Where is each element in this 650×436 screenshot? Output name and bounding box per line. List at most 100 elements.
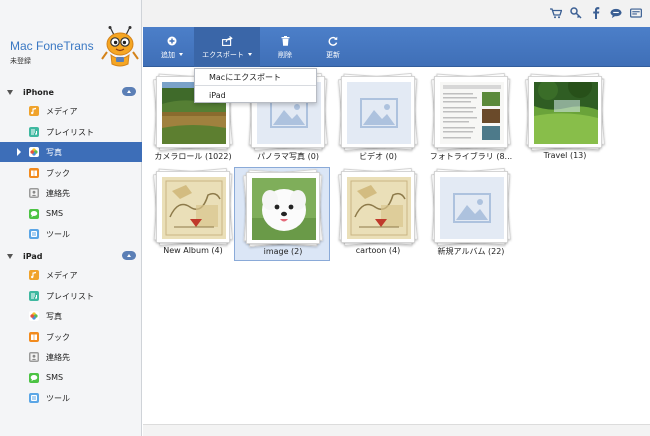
disclosure-triangle-icon[interactable] [7, 253, 13, 259]
stack-paper [528, 76, 602, 148]
photos-icon [29, 311, 39, 321]
feedback-icon[interactable] [630, 7, 642, 19]
delete-button[interactable]: 削除 [271, 27, 299, 67]
image-placeholder-icon [347, 82, 411, 144]
album-label: New Album (4) [163, 246, 223, 255]
album-thumbnail[interactable] [243, 168, 323, 248]
key-icon[interactable] [570, 7, 582, 19]
sidebar: Mac FoneTrans 未登録 iPhone メディア プレイリスト 写真 ブック… [0, 0, 142, 436]
sidebar-item-label: メディア [46, 271, 78, 280]
album-thumbnail[interactable] [153, 167, 233, 247]
playlist-icon [29, 290, 39, 301]
mascot-logo-icon [101, 26, 139, 67]
sidebar-item-label: SMS [46, 372, 64, 382]
cart-icon[interactable] [550, 7, 562, 19]
chevron-down-icon[interactable] [179, 53, 183, 56]
album-tile-8[interactable]: 新規アルバム (22) [423, 167, 519, 261]
eject-icon[interactable] [122, 251, 136, 260]
album-label: cartoon (4) [355, 246, 401, 255]
sidebar-item-label: 写真 [46, 312, 62, 321]
add-button[interactable]: 追加 [151, 27, 193, 67]
app-name: Mac FoneTrans [10, 39, 94, 53]
album-label: image (2) [263, 247, 303, 256]
chat-icon[interactable] [610, 7, 622, 19]
menu-item-export-to-mac[interactable]: Macにエクスポート [195, 69, 316, 85]
media-icon [29, 270, 39, 280]
sidebar-item-iphone-6[interactable]: ツール [0, 224, 142, 244]
menu-divider [195, 85, 316, 86]
sidebar-item-iphone-3[interactable]: ブック [0, 163, 142, 183]
sidebar-item-ipad-4[interactable]: 連絡先 [0, 347, 142, 367]
sidebar-item-label: SMS [46, 208, 64, 218]
device-name: iPhone [23, 87, 54, 97]
photo-thumbnail [440, 82, 504, 144]
disclosure-triangle-icon[interactable] [7, 89, 13, 95]
sidebar-item-iphone-5[interactable]: SMS [0, 204, 142, 224]
export-label: エクスポート [202, 50, 244, 59]
album-tile-7[interactable]: cartoon (4) [330, 167, 426, 261]
sidebar-item-label: ブック [46, 168, 70, 178]
facebook-icon[interactable] [590, 7, 602, 19]
sidebar-item-label: 写真 [46, 148, 62, 157]
image-placeholder-icon [440, 177, 504, 239]
horizontal-scrollbar[interactable] [143, 424, 650, 436]
export-dropdown-menu: Macにエクスポート iPad [194, 68, 317, 103]
sidebar-item-iphone-1[interactable]: プレイリスト [0, 122, 142, 142]
device-header-ipad[interactable]: iPad [0, 248, 142, 264]
book-icon [29, 167, 39, 178]
sidebar-item-ipad-6[interactable]: ツール [0, 388, 142, 408]
sidebar-item-ipad-2[interactable]: 写真 [0, 306, 142, 326]
album-thumbnail[interactable] [338, 72, 418, 152]
add-label: 追加 [161, 50, 175, 59]
album-tile-5[interactable]: New Album (4) [145, 167, 241, 261]
trash-icon [281, 35, 290, 47]
album-tile-2[interactable]: ビデオ (0) [330, 72, 426, 166]
device-header-iphone[interactable]: iPhone [0, 84, 142, 100]
sidebar-item-label: ツール [46, 230, 70, 239]
refresh-button[interactable]: 更新 [318, 27, 348, 67]
sidebar-item-iphone-0[interactable]: メディア [0, 101, 142, 121]
export-button[interactable]: エクスポート [194, 27, 260, 67]
sidebar-item-ipad-1[interactable]: プレイリスト [0, 286, 142, 306]
refresh-label: 更新 [326, 50, 340, 59]
album-label: 新規アルバム (22) [437, 247, 505, 256]
sidebar-item-label: 連絡先 [46, 189, 70, 198]
delete-label: 削除 [278, 50, 292, 59]
sidebar-item-iphone-2[interactable]: 写真 [0, 142, 142, 162]
album-thumbnail[interactable] [431, 72, 511, 152]
refresh-icon [328, 35, 338, 47]
sms-icon [29, 372, 39, 383]
registration-status: 未登録 [10, 57, 31, 65]
sidebar-item-label: メディア [46, 107, 78, 116]
tools-icon [29, 393, 39, 403]
album-label: フォトライブラリ (8... [429, 152, 513, 161]
album-thumbnail[interactable] [431, 167, 511, 247]
menu-item-export-to-ipad[interactable]: iPad [195, 87, 316, 103]
album-tile-4[interactable]: Travel (13) [517, 72, 613, 166]
sidebar-item-label: ツール [46, 394, 70, 403]
sidebar-item-iphone-4[interactable]: 連絡先 [0, 183, 142, 203]
stack-paper [156, 171, 230, 243]
photo-thumbnail [534, 82, 598, 144]
album-label: パノラマ写真 (0) [257, 152, 319, 161]
album-thumbnail[interactable] [525, 72, 605, 152]
top-right-icons [550, 6, 642, 20]
sidebar-item-ipad-3[interactable]: ブック [0, 327, 142, 347]
album-tile-3[interactable]: フォトライブラリ (8... [423, 72, 519, 166]
photo-thumbnail [162, 177, 226, 239]
stack-paper [434, 76, 508, 148]
album-tile-6[interactable]: image (2) [234, 167, 330, 261]
media-icon [29, 106, 39, 116]
album-thumbnail[interactable] [338, 167, 418, 247]
sidebar-item-label: プレイリスト [46, 291, 94, 301]
sidebar-item-ipad-0[interactable]: メディア [0, 265, 142, 285]
add-icon [167, 35, 177, 47]
stack-paper [434, 171, 508, 243]
sidebar-item-ipad-5[interactable]: SMS [0, 368, 142, 388]
book-icon [29, 331, 39, 342]
chevron-down-icon[interactable] [247, 53, 252, 56]
contacts-icon [29, 352, 39, 362]
eject-icon[interactable] [122, 87, 136, 96]
stack-paper [246, 172, 320, 244]
album-label: カメラロール (1022) [154, 152, 232, 161]
